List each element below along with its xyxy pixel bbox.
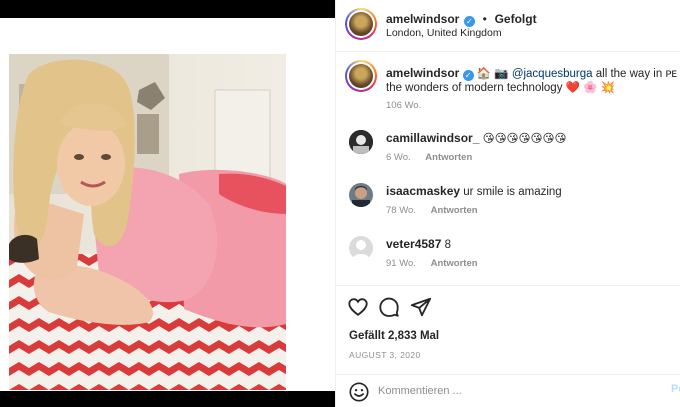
reply-button[interactable]: Antworten (431, 205, 478, 216)
comment-username[interactable]: isaacmaskey (386, 184, 460, 198)
author-avatar-ring[interactable] (345, 8, 377, 40)
post-actions: Gefällt 2,833 Mal AUGUST 3, 2020 Po (336, 285, 680, 407)
caption-line-2: the wonders of modern technology ❤️ 🌸 💥 (386, 82, 615, 94)
reply-button[interactable]: Antworten (431, 258, 478, 269)
reply-button[interactable]: Antworten (425, 152, 472, 163)
comment-avatar[interactable] (349, 183, 373, 207)
comment-username[interactable]: veter4587 (386, 237, 441, 251)
caption-avatar-ring[interactable] (345, 60, 377, 92)
post-header: amelwindsor ✓ • Gefolgt London, United K… (336, 0, 680, 52)
separator-dot: • (479, 12, 491, 26)
heart-icon[interactable] (347, 296, 369, 318)
media-pane (0, 0, 335, 407)
post-side-panel: amelwindsor ✓ • Gefolgt London, United K… (335, 0, 680, 407)
caption-username[interactable]: amelwindsor (386, 66, 459, 80)
comment-age[interactable]: 6 Wo. (386, 152, 411, 163)
comment-text: 😘😘😘😘😘😘😘 (482, 133, 567, 145)
caption-tail: ᴘᴇ ❤️ c (665, 68, 680, 80)
comment-input[interactable] (378, 381, 658, 401)
comment-bubble-icon[interactable] (378, 296, 400, 318)
caption-age[interactable]: 106 Wo. (386, 100, 421, 111)
comment-username[interactable]: camillawindsor_ (386, 131, 479, 145)
follow-status-button[interactable]: Gefolgt (495, 12, 537, 26)
author-avatar (349, 12, 373, 36)
post-location[interactable]: London, United Kingdom (386, 27, 502, 39)
author-username[interactable]: amelwindsor (386, 12, 459, 26)
caption-avatar (349, 64, 373, 88)
post-date[interactable]: AUGUST 3, 2020 (349, 350, 421, 360)
verified-badge-icon: ✓ (463, 16, 475, 27)
caption-mention-link[interactable]: @jacquesburga (512, 68, 593, 80)
comment-avatar[interactable] (349, 130, 373, 154)
comment-age[interactable]: 78 Wo. (386, 205, 416, 216)
comment-text: ur smile is amazing (463, 186, 562, 198)
post-comment-button[interactable]: Po (671, 383, 680, 395)
post-photo[interactable] (9, 54, 286, 390)
comment-age[interactable]: 91 Wo. (386, 258, 416, 269)
caption-text: all the way in (595, 68, 663, 80)
media-frame (0, 18, 335, 391)
caption-emoji-start: 🏠 📷 (476, 68, 509, 80)
comment-composer: Po (336, 374, 680, 407)
verified-badge-icon: ✓ (462, 70, 474, 81)
comment-avatar[interactable] (349, 236, 373, 260)
likes-count[interactable]: Gefällt 2,833 Mal (349, 330, 439, 342)
post-photo-image (9, 54, 286, 390)
paper-plane-icon[interactable] (410, 296, 432, 318)
comment-text: 8 (444, 239, 451, 251)
smiley-icon[interactable] (348, 381, 370, 403)
